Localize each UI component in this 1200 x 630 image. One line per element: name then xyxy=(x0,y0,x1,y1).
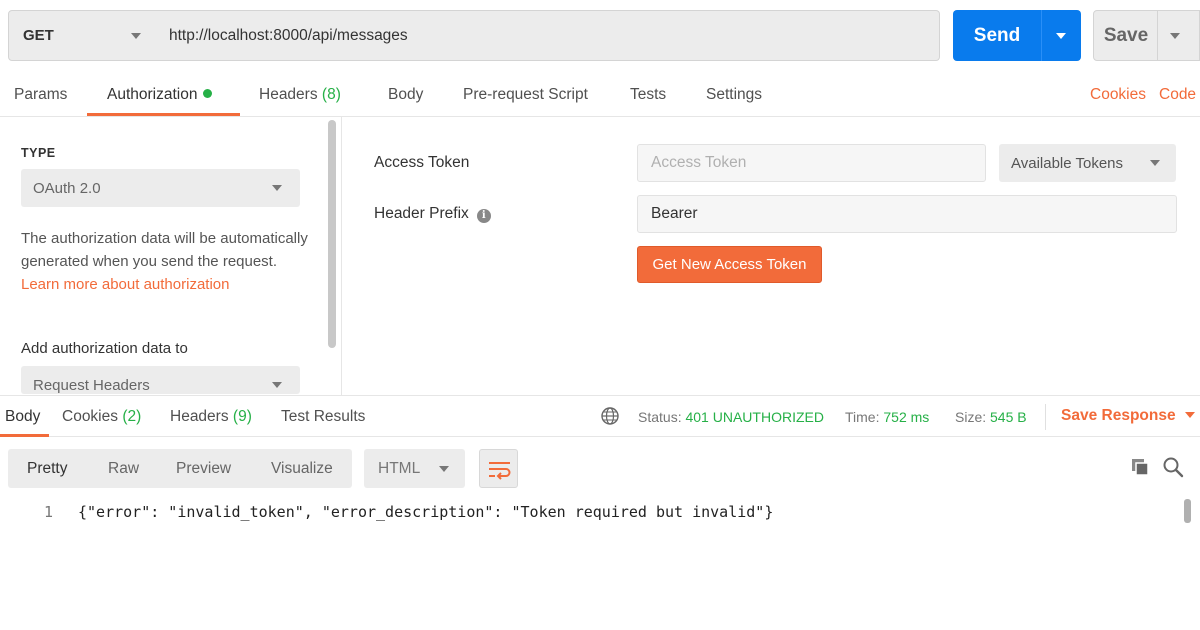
code-link[interactable]: Code xyxy=(1159,86,1196,104)
search-icon[interactable] xyxy=(1162,456,1184,478)
access-token-input[interactable]: Access Token xyxy=(637,144,986,182)
tab-body[interactable]: Body xyxy=(388,86,423,104)
tab-params[interactable]: Params xyxy=(14,86,67,104)
response-tab-cookies[interactable]: Cookies (2) xyxy=(62,408,141,426)
line-number: 1 xyxy=(44,503,54,521)
save-label: Save xyxy=(1103,24,1149,46)
active-tab-indicator xyxy=(87,113,240,116)
view-pretty[interactable]: Pretty xyxy=(27,460,67,478)
response-active-tab-indicator xyxy=(0,434,49,437)
tab-headers[interactable]: Headers (8) xyxy=(259,86,341,104)
header-prefix-input[interactable]: Bearer xyxy=(637,195,1177,233)
tab-tests[interactable]: Tests xyxy=(630,86,666,104)
chevron-down-icon xyxy=(1150,160,1160,166)
status-value: 401 UNAUTHORIZED xyxy=(685,409,824,425)
chevron-down-icon xyxy=(1184,412,1195,418)
save-response-label: Save Response xyxy=(1061,407,1176,424)
wrap-lines-icon xyxy=(489,462,511,480)
response-status: Status: 401 UNAUTHORIZED xyxy=(638,409,824,425)
tab-authorization[interactable]: Authorization xyxy=(107,86,213,104)
view-mode-group: Pretty Raw Preview Visualize xyxy=(8,449,352,488)
method-value: GET xyxy=(23,27,54,44)
url-value: http://localhost:8000/api/messages xyxy=(169,26,408,44)
response-bar: Body Cookies (2) Headers (9) Test Result… xyxy=(0,395,1200,437)
auth-description-text: The authorization data will be automatic… xyxy=(21,230,308,270)
add-to-value: Request Headers xyxy=(33,377,150,394)
auth-description: The authorization data will be automatic… xyxy=(21,227,311,296)
add-to-select[interactable]: Request Headers xyxy=(21,366,300,394)
chevron-down-icon xyxy=(272,382,282,388)
send-button[interactable]: Send xyxy=(953,10,1081,61)
send-label: Send xyxy=(973,24,1021,46)
size-label: Size: xyxy=(955,409,987,425)
response-tab-headers-count: (9) xyxy=(232,408,252,425)
header-prefix-label: Header Prefix i xyxy=(374,205,491,223)
format-value: HTML xyxy=(378,459,421,477)
response-tab-cookies-count: (2) xyxy=(122,408,142,425)
wrap-lines-button[interactable] xyxy=(479,449,518,488)
tab-headers-count: (8) xyxy=(321,86,341,103)
header-prefix-value: Bearer xyxy=(651,205,698,222)
response-time: Time: 752 ms xyxy=(845,409,929,425)
time-value: 752 ms xyxy=(883,409,930,425)
response-tab-test-results[interactable]: Test Results xyxy=(281,408,365,426)
header-prefix-text: Header Prefix xyxy=(374,205,469,222)
active-dot-icon xyxy=(203,89,213,98)
view-raw[interactable]: Raw xyxy=(108,460,139,478)
auth-type-value: OAuth 2.0 xyxy=(33,179,101,197)
chevron-down-icon xyxy=(272,185,282,191)
auth-type-select[interactable]: OAuth 2.0 xyxy=(21,169,300,207)
save-divider xyxy=(1157,11,1158,60)
view-visualize[interactable]: Visualize xyxy=(271,460,333,478)
access-token-label: Access Token xyxy=(374,154,470,171)
auth-panel-scrollbar[interactable] xyxy=(328,120,336,348)
view-preview[interactable]: Preview xyxy=(176,460,231,478)
panel-divider xyxy=(341,117,342,395)
copy-icon[interactable] xyxy=(1129,456,1151,478)
tab-authorization-label: Authorization xyxy=(107,86,198,103)
access-token-placeholder: Access Token xyxy=(651,154,747,171)
response-tab-headers-label: Headers xyxy=(170,408,229,425)
tab-settings[interactable]: Settings xyxy=(706,86,762,104)
request-tabs: Params Authorization Headers (8) Body Pr… xyxy=(0,72,1200,117)
chevron-down-icon xyxy=(131,33,141,39)
response-tab-headers[interactable]: Headers (9) xyxy=(170,408,252,426)
save-button[interactable]: Save xyxy=(1093,10,1200,61)
response-body-text: {"error": "invalid_token", "error_descri… xyxy=(78,503,774,521)
cookies-link[interactable]: Cookies xyxy=(1090,86,1146,104)
info-icon[interactable]: i xyxy=(476,209,491,223)
method-select[interactable]: GET xyxy=(8,10,156,61)
send-divider xyxy=(1041,10,1042,61)
response-tab-cookies-label: Cookies xyxy=(62,408,118,425)
available-tokens-label: Available Tokens xyxy=(1011,154,1124,172)
learn-more-link[interactable]: Learn more about authorization xyxy=(21,276,229,293)
save-response-button[interactable]: Save Response xyxy=(1061,407,1195,425)
status-label: Status: xyxy=(638,409,682,425)
time-label: Time: xyxy=(845,409,880,425)
format-select[interactable]: HTML xyxy=(364,449,465,488)
globe-icon[interactable] xyxy=(600,406,620,426)
chevron-down-icon xyxy=(439,466,449,472)
send-options-chevron-icon[interactable] xyxy=(1056,33,1066,39)
add-to-label: Add authorization data to xyxy=(21,340,188,357)
url-input[interactable]: http://localhost:8000/api/messages xyxy=(155,10,940,61)
response-bar-separator xyxy=(1045,404,1046,430)
available-tokens-select[interactable]: Available Tokens xyxy=(999,144,1176,182)
get-new-access-token-button[interactable]: Get New Access Token xyxy=(637,246,822,283)
response-size: Size: 545 B xyxy=(955,409,1027,425)
tab-headers-label: Headers xyxy=(259,86,318,103)
size-value: 545 B xyxy=(990,409,1027,425)
type-label: TYPE xyxy=(21,146,56,160)
response-scrollbar[interactable] xyxy=(1184,499,1191,523)
response-tab-body[interactable]: Body xyxy=(5,408,40,426)
save-options-chevron-icon[interactable] xyxy=(1170,33,1180,39)
tab-pre-request-script[interactable]: Pre-request Script xyxy=(463,86,588,104)
